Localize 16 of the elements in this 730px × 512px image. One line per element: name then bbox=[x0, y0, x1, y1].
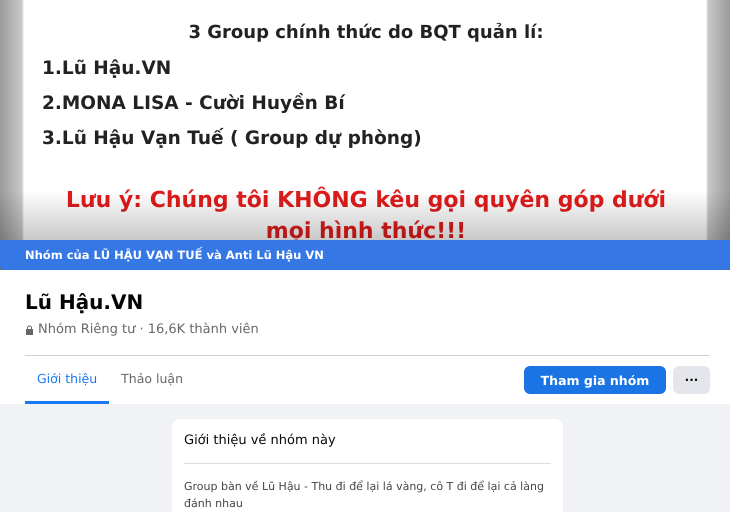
about-title: Giới thiệu về nhóm này bbox=[184, 433, 551, 464]
lock-icon bbox=[25, 324, 34, 334]
group-name: Lũ Hậu.VN bbox=[25, 289, 144, 314]
parent-group-link[interactable]: Nhóm của LŨ HẬU VẠN TUẾ và Anti Lũ Hậu VN bbox=[25, 248, 324, 262]
cover-list-item: 2.MONA LISA - Cười Huyền Bí bbox=[42, 92, 346, 116]
cover-notice: Lưu ý: Chúng tôi KHÔNG kêu gọi quyên góp dưới bbox=[66, 188, 666, 213]
tab[interactable]: Giới thiệu bbox=[25, 356, 110, 404]
cover-heading: 3 Group chính thức do BQT quản lí: bbox=[188, 22, 544, 43]
group-meta: Nhóm Riêng tư · 16,6K thành viên bbox=[38, 322, 259, 337]
about-text: Group bàn về Lũ Hậu - Thu đi để lại lá vàng, cô T đi để lại cả làng đánh nhau bbox=[184, 479, 545, 512]
tab[interactable]: Thảo luận bbox=[109, 356, 195, 404]
parent-group-bar[interactable]: Nhóm của LŨ HẬU VẠN TUẾ và Anti Lũ Hậu VN bbox=[0, 240, 730, 270]
more-button[interactable]: ··· bbox=[673, 366, 710, 394]
cover-list-item: 3.Lũ Hậu Vạn Tuế ( Group dự phòng) bbox=[42, 126, 423, 151]
join-group-button[interactable]: Tham gia nhóm bbox=[524, 366, 666, 394]
cover-list-item: 1.Lũ Hậu.VN bbox=[42, 57, 172, 81]
